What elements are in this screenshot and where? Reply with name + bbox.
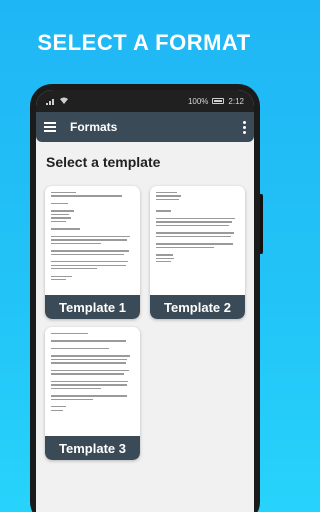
template-card-2[interactable]: Template 2 xyxy=(150,186,245,319)
app-bar-title: Formats xyxy=(70,120,118,134)
template-label-2: Template 2 xyxy=(150,295,245,319)
clock: 2:12 xyxy=(228,96,244,106)
template-label-1: Template 1 xyxy=(45,295,140,319)
phone-screen: 100% 2:12 Formats Select a template Temp… xyxy=(36,90,254,512)
template-label-3: Template 3 xyxy=(45,436,140,460)
app-bar: Formats xyxy=(36,112,254,142)
template-preview-1 xyxy=(45,186,140,281)
template-preview-2 xyxy=(150,186,245,263)
status-bar: 100% 2:12 xyxy=(36,90,254,112)
template-card-3[interactable]: Template 3 xyxy=(45,327,140,460)
wifi-icon xyxy=(60,97,68,104)
promo-title: SELECT A FORMAT xyxy=(37,30,251,55)
menu-icon[interactable] xyxy=(44,122,56,132)
battery-percent: 100% xyxy=(187,96,209,106)
template-preview-3 xyxy=(45,327,140,411)
phone-side-button xyxy=(260,194,263,254)
signal-icon xyxy=(46,99,54,105)
more-vert-icon[interactable] xyxy=(243,120,246,134)
battery-icon xyxy=(212,98,225,104)
template-card-1[interactable]: Template 1 xyxy=(45,186,140,319)
phone-frame: 100% 2:12 Formats Select a template Temp… xyxy=(30,84,263,512)
section-title: Select a template xyxy=(46,154,161,170)
